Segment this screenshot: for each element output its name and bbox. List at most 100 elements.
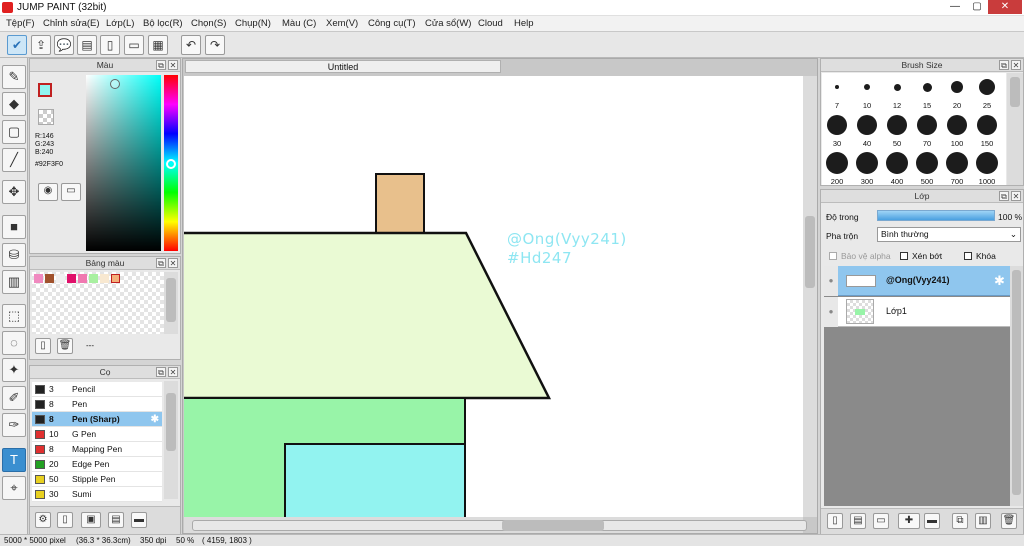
saturation-value-picker[interactable]	[86, 75, 161, 251]
canvas-vertical-scrollbar[interactable]	[803, 76, 817, 517]
menu-window[interactable]: Cửa sổ(W)	[425, 18, 471, 29]
brush-size-dot[interactable]	[893, 83, 901, 91]
palette-swatch[interactable]	[100, 274, 109, 283]
maximize-button[interactable]: ▢	[966, 0, 988, 14]
brush-size-dot[interactable]	[979, 79, 995, 95]
speech-bubble-icon[interactable]: 💬	[54, 35, 74, 55]
palette-swatch[interactable]	[111, 274, 120, 283]
menu-select[interactable]: Chọn(S)	[191, 18, 226, 29]
canvas-hscroll-thumb[interactable]	[502, 520, 604, 531]
hscroll-track[interactable]	[192, 520, 807, 531]
brush-size-dot[interactable]	[977, 115, 997, 135]
palette-swatch[interactable]	[34, 274, 43, 283]
layer-row-selected[interactable]: ● @Ong(Vyy241) ✱	[824, 266, 1010, 296]
undo-icon[interactable]: ↶	[181, 35, 201, 55]
palette-icon[interactable]: ◉	[38, 183, 58, 201]
protect-alpha-checkbox[interactable]	[829, 252, 837, 260]
copy-brush-icon[interactable]: ▣	[81, 512, 101, 528]
eyedropper-tool-icon[interactable]: ⌖	[2, 476, 26, 500]
fill-rect-tool-icon[interactable]: ■	[2, 215, 26, 239]
layout-icon[interactable]: ▦	[148, 35, 168, 55]
menu-tools[interactable]: Công cụ(T)	[368, 18, 416, 29]
brush-size-dot[interactable]	[856, 152, 878, 174]
eraser-tool-icon[interactable]: ◆	[2, 92, 26, 116]
rect-tool-icon[interactable]: ▢	[2, 120, 26, 144]
select-pen-tool-icon[interactable]: ✐	[2, 386, 26, 410]
duplicate-layer-icon[interactable]: ⧉	[952, 513, 968, 529]
line-tool-icon[interactable]: ╱	[2, 148, 26, 172]
comment-icon[interactable]: ▤	[77, 35, 97, 55]
brush-size-dot[interactable]	[917, 115, 937, 135]
hue-slider-handle[interactable]	[166, 159, 176, 169]
menu-help[interactable]: Help	[514, 18, 534, 29]
menu-layer[interactable]: Lớp(L)	[106, 18, 134, 29]
canvas-horizontal-scrollbar[interactable]	[184, 517, 807, 533]
new-raster-layer-icon[interactable]: ▤	[850, 513, 866, 529]
page-icon[interactable]: ▯	[100, 35, 120, 55]
document-tab[interactable]: Untitled	[185, 60, 501, 73]
undock-icon[interactable]: ⧉	[156, 60, 166, 70]
brush-size-dot[interactable]	[826, 152, 848, 174]
brush-item[interactable]: 3 Pencil	[32, 382, 162, 397]
brush-size-dot[interactable]	[922, 82, 932, 92]
undock-icon[interactable]: ⧉	[156, 367, 166, 377]
brush-size-dot[interactable]	[827, 115, 847, 135]
brush-item[interactable]: 20 Edge Pen	[32, 457, 162, 472]
opacity-slider[interactable]	[877, 210, 995, 221]
visibility-eye-icon[interactable]: ●	[824, 297, 838, 327]
brush-item[interactable]: 8 Pen	[32, 397, 162, 412]
brush-settings-gear-icon[interactable]: ✱	[151, 412, 159, 427]
brush-file-icon[interactable]: ▤	[108, 512, 124, 528]
brush-scroll-thumb[interactable]	[166, 393, 176, 451]
brush-item[interactable]: 8 Mapping Pen	[32, 442, 162, 457]
menu-color[interactable]: Màu (C)	[282, 18, 316, 29]
move-tool-icon[interactable]: ✥	[2, 180, 26, 204]
brush-tool-icon[interactable]: ✎	[2, 65, 26, 89]
layer-scroll-thumb[interactable]	[1012, 270, 1021, 495]
brush-size-dot[interactable]	[976, 152, 998, 174]
canvas-vscroll-thumb[interactable]	[805, 216, 815, 288]
check-icon[interactable]: ✔	[7, 35, 27, 55]
menu-cloud[interactable]: Cloud	[478, 18, 503, 29]
brush-item[interactable]: 50 Stipple Pen	[32, 472, 162, 487]
brush-size-dot[interactable]	[947, 115, 967, 135]
menu-capture[interactable]: Chụp(N)	[235, 18, 271, 29]
foreground-color-swatch[interactable]	[38, 83, 52, 97]
undock-icon[interactable]: ⧉	[999, 60, 1009, 70]
blend-mode-select[interactable]: Bình thường ⌄	[877, 227, 1021, 242]
brush-size-dot[interactable]	[946, 152, 968, 174]
layer-adjust-icon[interactable]: ✚	[898, 513, 920, 529]
brush-size-dot[interactable]	[916, 152, 938, 174]
brush-size-dot[interactable]	[951, 81, 963, 93]
palette-swatch[interactable]	[67, 274, 76, 283]
brush-size-dot[interactable]	[835, 85, 839, 89]
menu-view[interactable]: Xem(V)	[326, 18, 358, 29]
new-palette-icon[interactable]: ▯	[35, 338, 51, 354]
new-layer-icon[interactable]: ▯	[827, 513, 843, 529]
visibility-eye-icon[interactable]: ●	[824, 266, 838, 296]
panel-close-icon[interactable]: ✕	[168, 60, 178, 70]
palette-swatch[interactable]	[56, 274, 65, 283]
brush-item[interactable]: 10 G Pen	[32, 427, 162, 442]
redo-icon[interactable]: ↷	[205, 35, 225, 55]
undock-icon[interactable]: ⧉	[999, 191, 1009, 201]
panel-close-icon[interactable]: ✕	[1011, 191, 1021, 201]
bucket-tool-icon[interactable]: ⛁	[2, 243, 26, 267]
brush-settings-icon[interactable]: ⚙	[35, 512, 51, 528]
palette-swatch[interactable]	[78, 274, 87, 283]
layer-settings-gear-icon[interactable]: ✱	[994, 273, 1005, 289]
minimize-button[interactable]: —	[944, 0, 966, 14]
palette-swatch[interactable]	[89, 274, 98, 283]
brush-size-dot[interactable]	[886, 152, 908, 174]
menu-file[interactable]: Tệp(F)	[6, 18, 35, 29]
drawing-canvas[interactable]: @Ong(Vyy241) #Hd247	[184, 76, 803, 517]
lock-checkbox[interactable]	[964, 252, 972, 260]
export-icon[interactable]: ⇪	[31, 35, 51, 55]
panel-close-icon[interactable]: ✕	[168, 367, 178, 377]
undock-icon[interactable]: ⧉	[156, 258, 166, 268]
layer-folder-icon[interactable]: ▬	[924, 513, 940, 529]
select-rect-tool-icon[interactable]: ⬚	[2, 304, 26, 328]
menu-edit[interactable]: Chỉnh sửa(E)	[43, 18, 100, 29]
brush-size-dot[interactable]	[857, 115, 877, 135]
text-tool-icon[interactable]: T	[2, 448, 26, 472]
